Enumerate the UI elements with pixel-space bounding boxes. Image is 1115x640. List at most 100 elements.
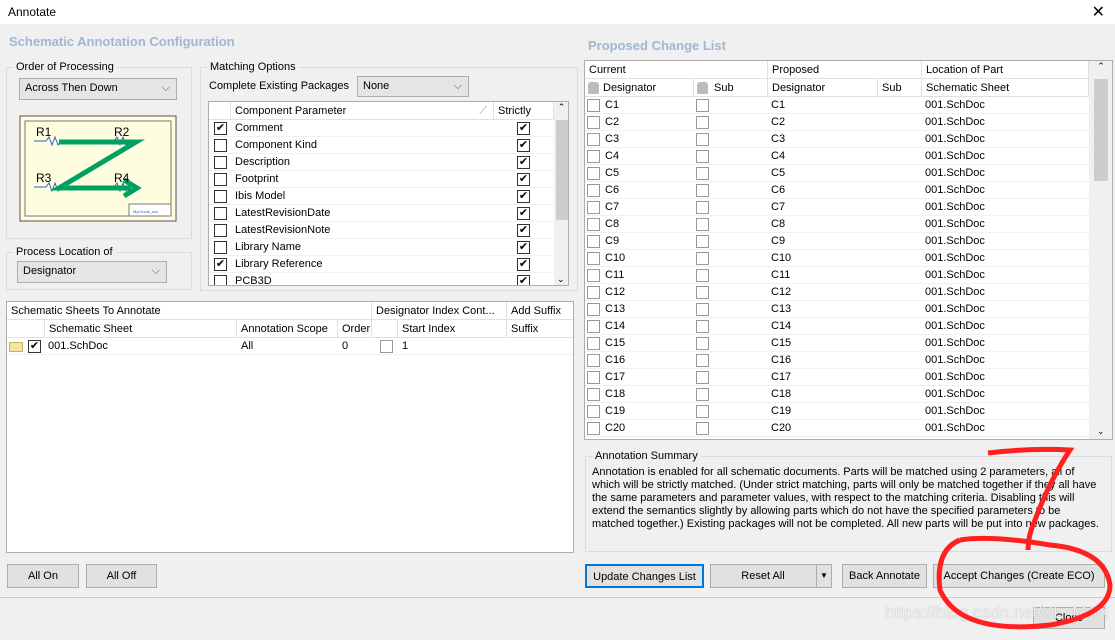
location-dropdown[interactable]: Designator ⌵ bbox=[17, 261, 167, 283]
param-row[interactable]: Description ✔ bbox=[209, 154, 554, 171]
sub-lock-checkbox[interactable] bbox=[696, 252, 709, 265]
param-header[interactable]: Component Parameter ⟋ bbox=[231, 102, 494, 120]
sheet-checkbox[interactable]: ✔ bbox=[28, 340, 41, 353]
scrollbar[interactable]: ⌃ ⌄ bbox=[1089, 61, 1112, 439]
lock-checkbox[interactable] bbox=[587, 303, 600, 316]
sub-lock-checkbox[interactable] bbox=[696, 218, 709, 231]
table-row[interactable]: C12 C12 001.SchDoc bbox=[585, 284, 1089, 301]
lock-checkbox[interactable] bbox=[587, 354, 600, 367]
strict-checkbox[interactable]: ✔ bbox=[517, 122, 530, 135]
lock-checkbox[interactable] bbox=[587, 320, 600, 333]
col-suffix[interactable]: Suffix bbox=[507, 320, 573, 338]
param-checkbox[interactable] bbox=[214, 190, 227, 203]
sub-lock-checkbox[interactable] bbox=[696, 388, 709, 401]
reset-all-button[interactable]: Reset All ▼ bbox=[710, 564, 832, 588]
lock-checkbox[interactable] bbox=[587, 218, 600, 231]
lock-checkbox[interactable] bbox=[587, 184, 600, 197]
param-row[interactable]: PCB3D ✔ bbox=[209, 273, 554, 285]
param-row[interactable]: Footprint ✔ bbox=[209, 171, 554, 188]
sub-lock-checkbox[interactable] bbox=[696, 269, 709, 282]
sub-lock-checkbox[interactable] bbox=[696, 184, 709, 197]
lock-checkbox[interactable] bbox=[587, 133, 600, 146]
param-checkbox[interactable] bbox=[214, 241, 227, 254]
sub-lock-checkbox[interactable] bbox=[696, 150, 709, 163]
col-order[interactable]: Order bbox=[338, 320, 372, 338]
param-row[interactable]: Component Kind ✔ bbox=[209, 137, 554, 154]
col-sheet[interactable]: Schematic Sheet bbox=[922, 79, 1089, 97]
strict-checkbox[interactable]: ✔ bbox=[517, 156, 530, 169]
lock-checkbox[interactable] bbox=[587, 252, 600, 265]
index-checkbox[interactable] bbox=[380, 340, 393, 353]
table-row[interactable]: C11 C11 001.SchDoc bbox=[585, 267, 1089, 284]
lock-checkbox[interactable] bbox=[587, 235, 600, 248]
strict-checkbox[interactable]: ✔ bbox=[517, 190, 530, 203]
table-row[interactable]: C10 C10 001.SchDoc bbox=[585, 250, 1089, 267]
col-prop-designator[interactable]: Designator bbox=[768, 79, 878, 97]
col-start-index[interactable]: Start Index bbox=[398, 320, 507, 338]
sub-lock-checkbox[interactable] bbox=[696, 116, 709, 129]
table-row[interactable]: C4 C4 001.SchDoc bbox=[585, 148, 1089, 165]
sub-lock-checkbox[interactable] bbox=[696, 337, 709, 350]
sub-lock-checkbox[interactable] bbox=[696, 354, 709, 367]
lock-checkbox[interactable] bbox=[587, 371, 600, 384]
order-dropdown[interactable]: Across Then Down ⌵ bbox=[19, 78, 177, 100]
sub-lock-checkbox[interactable] bbox=[696, 286, 709, 299]
dropdown-arrow-icon[interactable]: ▼ bbox=[816, 565, 831, 587]
lock-checkbox[interactable] bbox=[587, 116, 600, 129]
table-row[interactable]: C9 C9 001.SchDoc bbox=[585, 233, 1089, 250]
sub-lock-checkbox[interactable] bbox=[696, 99, 709, 112]
close-icon[interactable]: ✕ bbox=[1092, 2, 1105, 22]
strict-header[interactable]: Strictly bbox=[494, 102, 554, 120]
param-checkbox[interactable]: ✔ bbox=[214, 122, 227, 135]
table-row[interactable]: C8 C8 001.SchDoc bbox=[585, 216, 1089, 233]
scroll-thumb[interactable] bbox=[1094, 79, 1108, 181]
chevron-up-icon[interactable]: ⌃ bbox=[554, 102, 568, 113]
sub-lock-checkbox[interactable] bbox=[696, 167, 709, 180]
table-row[interactable]: C7 C7 001.SchDoc bbox=[585, 199, 1089, 216]
all-off-button[interactable]: All Off bbox=[86, 564, 157, 588]
chevron-down-icon[interactable]: ⌄ bbox=[557, 274, 565, 285]
lock-checkbox[interactable] bbox=[587, 99, 600, 112]
sub-lock-checkbox[interactable] bbox=[696, 320, 709, 333]
lock-checkbox[interactable] bbox=[587, 422, 600, 435]
table-row[interactable]: C20 C20 001.SchDoc bbox=[585, 420, 1089, 437]
table-row[interactable]: C2 C2 001.SchDoc bbox=[585, 114, 1089, 131]
lock-checkbox[interactable] bbox=[587, 337, 600, 350]
lock-checkbox[interactable] bbox=[587, 388, 600, 401]
col-sheet[interactable]: Schematic Sheet bbox=[45, 320, 237, 338]
table-row[interactable]: C14 C14 001.SchDoc bbox=[585, 318, 1089, 335]
param-row[interactable]: LatestRevisionNote ✔ bbox=[209, 222, 554, 239]
table-row[interactable]: C17 C17 001.SchDoc bbox=[585, 369, 1089, 386]
table-row[interactable]: C15 C15 001.SchDoc bbox=[585, 335, 1089, 352]
sub-lock-checkbox[interactable] bbox=[696, 235, 709, 248]
table-row[interactable]: C3 C3 001.SchDoc bbox=[585, 131, 1089, 148]
param-row[interactable]: ✔ Comment ✔ bbox=[209, 120, 554, 137]
col-prop-sub[interactable]: Sub bbox=[878, 79, 922, 97]
table-row[interactable]: ✔ 001.SchDoc All 0 1 bbox=[7, 338, 573, 355]
strict-checkbox[interactable]: ✔ bbox=[517, 173, 530, 186]
table-row[interactable]: C19 C19 001.SchDoc bbox=[585, 403, 1089, 420]
param-checkbox[interactable] bbox=[214, 207, 227, 220]
sub-lock-checkbox[interactable] bbox=[696, 371, 709, 384]
table-row[interactable]: C13 C13 001.SchDoc bbox=[585, 301, 1089, 318]
sub-lock-checkbox[interactable] bbox=[696, 422, 709, 435]
table-row[interactable]: C5 C5 001.SchDoc bbox=[585, 165, 1089, 182]
strict-checkbox[interactable]: ✔ bbox=[517, 224, 530, 237]
all-on-button[interactable]: All On bbox=[7, 564, 79, 588]
param-checkbox[interactable] bbox=[214, 173, 227, 186]
strict-checkbox[interactable]: ✔ bbox=[517, 241, 530, 254]
table-row[interactable]: C18 C18 001.SchDoc bbox=[585, 386, 1089, 403]
param-checkbox[interactable] bbox=[214, 224, 227, 237]
strict-checkbox[interactable]: ✔ bbox=[517, 207, 530, 220]
sub-lock-checkbox[interactable] bbox=[696, 201, 709, 214]
param-row[interactable]: Library Name ✔ bbox=[209, 239, 554, 256]
lock-checkbox[interactable] bbox=[587, 405, 600, 418]
update-changes-button[interactable]: Update Changes List bbox=[585, 564, 704, 588]
lock-checkbox[interactable] bbox=[587, 269, 600, 282]
strict-checkbox[interactable]: ✔ bbox=[517, 258, 530, 271]
sub-lock-checkbox[interactable] bbox=[696, 133, 709, 146]
scrollbar[interactable]: ⌃ ⌄ bbox=[554, 102, 568, 285]
lock-checkbox[interactable] bbox=[587, 201, 600, 214]
param-row[interactable]: ✔ Library Reference ✔ bbox=[209, 256, 554, 273]
sub-lock-checkbox[interactable] bbox=[696, 405, 709, 418]
